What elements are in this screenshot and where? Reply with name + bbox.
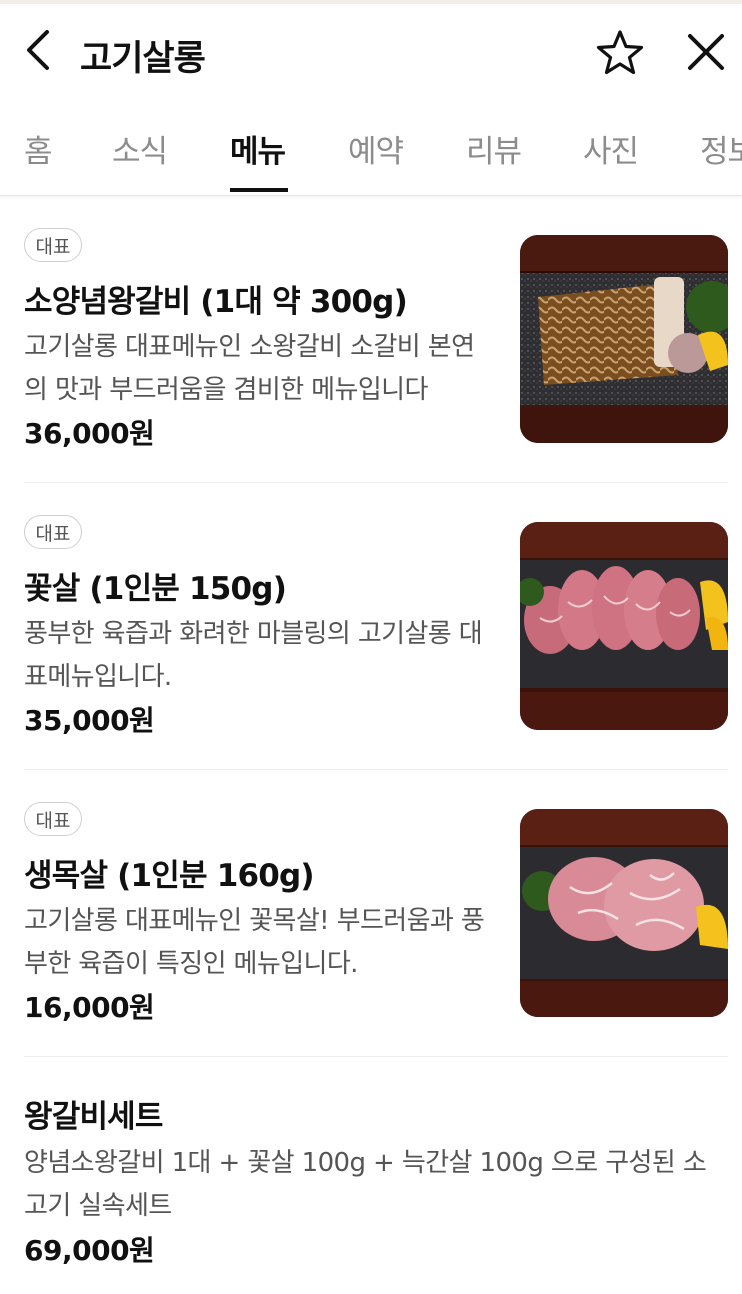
close-icon (687, 33, 725, 75)
menu-item[interactable]: 대표 생목살 (1인분 160g) 고기살롱 대표메뉴인 꽃목살! 부드러움과 … (0, 770, 742, 1057)
menu-item-photo[interactable] (520, 809, 728, 1017)
page-title: 고기살롱 (80, 39, 206, 79)
close-button[interactable] (682, 28, 730, 80)
menu-item-photo[interactable] (520, 522, 728, 730)
menu-item-description: 풍부한 육즙과 화려한 마블링의 고기살롱 대표메뉴입니다. (24, 619, 483, 692)
tab-news[interactable]: 소식 (112, 126, 168, 171)
menu-item-name: 꽃살 (1인분 150g) (24, 571, 287, 607)
signature-badge: 대표 (24, 228, 82, 262)
header: 고기살롱 (0, 4, 742, 100)
menu-item-price: 35,000원 (24, 704, 155, 737)
menu-item-description: 양념소왕갈비 1대 + 꽃살 100g + 늑간살 100g 으로 구성된 소고… (24, 1148, 707, 1221)
menu-item-name: 왕갈비세트 (24, 1099, 163, 1135)
menu-item-description: 고기살롱 대표메뉴인 소왕갈비 소갈비 본연의 맛과 부드러움을 겸비한 메뉴입… (24, 332, 475, 405)
menu-item-price: 69,000원 (24, 1234, 155, 1267)
tab-menu[interactable]: 메뉴 (230, 126, 286, 171)
tab-home[interactable]: 홈 (24, 126, 53, 171)
menu-item-name: 소양념왕갈비 (1대 약 300g) (24, 284, 408, 320)
favorite-button[interactable] (594, 28, 646, 80)
menu-item[interactable]: 대표 소양념왕갈비 (1대 약 300g) 고기살롱 대표메뉴인 소왕갈비 소갈… (0, 196, 742, 483)
tab-info[interactable]: 정보 (700, 126, 742, 171)
tab-reservation[interactable]: 예약 (348, 126, 404, 171)
tab-reviews[interactable]: 리뷰 (466, 126, 522, 171)
menu-item[interactable]: 대표 꽃살 (1인분 150g) 풍부한 육즙과 화려한 마블링의 고기살롱 대… (0, 483, 742, 770)
signature-badge: 대표 (24, 802, 82, 836)
menu-item-price: 36,000원 (24, 417, 155, 450)
chevron-left-icon (23, 28, 53, 76)
menu-item[interactable]: 왕갈비세트 양념소왕갈비 1대 + 꽃살 100g + 늑간살 100g 으로 … (0, 1057, 742, 1294)
tab-bar: 홈 소식 메뉴 예약 리뷰 사진 정보 (0, 100, 742, 196)
tab-photos[interactable]: 사진 (583, 126, 639, 171)
menu-item-description: 고기살롱 대표메뉴인 꽃목살! 부드러움과 풍부한 육즙이 특징인 메뉴입니다. (24, 906, 485, 979)
active-tab-indicator (230, 188, 288, 192)
signature-badge: 대표 (24, 515, 82, 549)
back-button[interactable] (18, 28, 58, 76)
star-outline-icon (596, 29, 644, 79)
menu-item-name: 생목살 (1인분 160g) (24, 858, 315, 894)
menu-item-photo[interactable] (520, 235, 728, 443)
menu-item-price: 16,000원 (24, 991, 155, 1024)
